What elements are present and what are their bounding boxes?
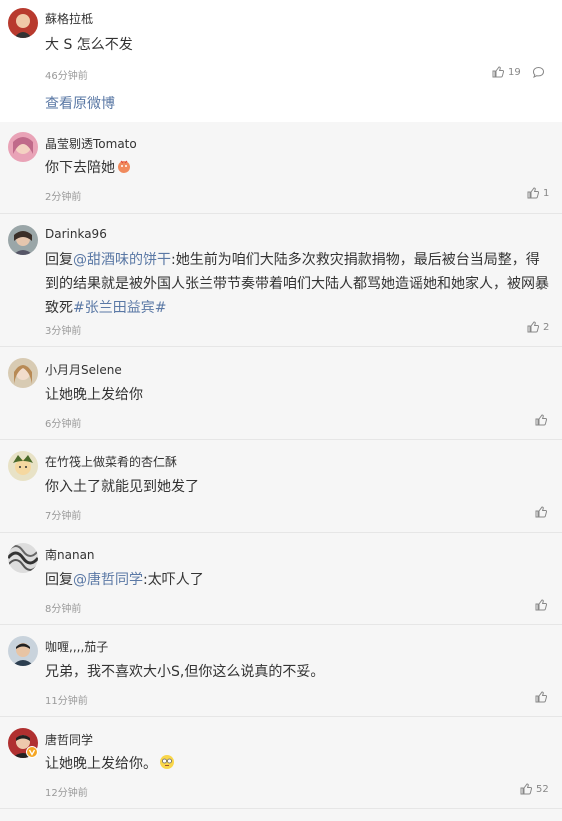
timestamp: 8分钟前	[45, 604, 82, 615]
thumbs-up-icon	[535, 599, 547, 611]
avatar[interactable]	[8, 636, 38, 666]
username[interactable]: 南nanan	[45, 546, 95, 563]
timestamp: 6分钟前	[45, 419, 82, 430]
username[interactable]: 在竹筏上做菜肴的杏仁酥	[45, 453, 177, 470]
timestamp: 12分钟前	[45, 788, 88, 799]
emoji-icon	[159, 754, 175, 770]
like-button[interactable]	[535, 599, 547, 611]
thumbs-up-icon	[527, 187, 539, 199]
thumbs-up-icon	[492, 66, 504, 78]
divider	[0, 346, 562, 347]
timestamp: 2分钟前	[45, 192, 82, 203]
timestamp: 11分钟前	[45, 696, 88, 707]
view-original-post-link[interactable]: 查看原微博	[45, 93, 115, 113]
comment-text: 让她晚上发给你	[45, 387, 143, 403]
comment-text: 回复@唐哲同学:太吓人了	[45, 568, 550, 592]
hashtag-link[interactable]: #张兰田益宾#	[73, 300, 166, 316]
timestamp: 46分钟前	[45, 71, 88, 82]
avatar[interactable]	[8, 225, 38, 255]
like-button[interactable]: 2	[527, 321, 549, 333]
username[interactable]: 咖喱,,,,茄子	[45, 638, 108, 655]
comment-text: 回复@甜酒味的饼干:她生前为咱们大陆多次救灾捐款捐物，最后被台当局整，得到的结果…	[45, 248, 550, 320]
like-count: 19	[508, 66, 521, 78]
like-button[interactable]	[535, 506, 547, 518]
username[interactable]: Darinka96	[45, 227, 107, 241]
divider	[0, 624, 562, 625]
username[interactable]: 蘇格拉柢	[45, 10, 93, 27]
thumbs-up-icon	[535, 414, 547, 426]
avatar[interactable]	[8, 132, 38, 162]
like-button[interactable]	[535, 691, 547, 703]
divider	[0, 213, 562, 214]
divider	[0, 532, 562, 533]
like-count: 1	[543, 187, 550, 199]
comment-text: 让她晚上发给你。	[45, 752, 550, 776]
username[interactable]: 晶莹剔透Tomato	[45, 135, 137, 152]
divider	[0, 808, 562, 809]
comment-text: 你入土了就能见到她发了	[45, 479, 199, 495]
thumbs-up-icon	[535, 506, 547, 518]
like-count: 52	[536, 783, 549, 795]
username[interactable]: 小月月Selene	[45, 361, 122, 378]
comment-text-body: :太吓人了	[143, 572, 204, 588]
thumbs-up-icon	[527, 321, 539, 333]
verified-badge-icon	[26, 746, 38, 758]
comment-text-body: 让她晚上发给你。	[45, 756, 157, 772]
top-comment-card: 蘇格拉柢 大 S 怎么不发 46分钟前 19 查看原微博	[0, 0, 562, 122]
avatar[interactable]	[8, 358, 38, 388]
thumbs-up-icon	[520, 783, 532, 795]
comment-bubble-icon[interactable]	[532, 66, 545, 79]
divider	[0, 716, 562, 717]
timestamp: 7分钟前	[45, 511, 82, 522]
avatar[interactable]	[8, 451, 38, 481]
avatar[interactable]	[8, 543, 38, 573]
mention-link[interactable]: @甜酒味的饼干	[73, 252, 171, 268]
thumbs-up-icon	[535, 691, 547, 703]
mention-link[interactable]: @唐哲同学	[73, 572, 143, 588]
like-button[interactable]: 19	[492, 66, 521, 78]
like-button[interactable]: 52	[520, 783, 549, 795]
avatar[interactable]	[8, 8, 38, 38]
reply-prefix: 回复	[45, 572, 73, 588]
reply-prefix: 回复	[45, 252, 73, 268]
emoji-icon	[116, 158, 132, 174]
timestamp: 3分钟前	[45, 326, 82, 337]
like-button[interactable]	[535, 414, 547, 426]
comment-text: 你下去陪她	[45, 156, 550, 180]
comment-text: 大 S 怎么不发	[45, 37, 133, 53]
like-count: 2	[543, 321, 550, 333]
like-button[interactable]: 1	[527, 187, 549, 199]
comment-text: 兄弟，我不喜欢大小S,但你这么说真的不妥。	[45, 664, 325, 680]
username[interactable]: 唐哲同学	[45, 731, 93, 748]
comment-text-body: 你下去陪她	[45, 160, 115, 176]
divider	[0, 439, 562, 440]
